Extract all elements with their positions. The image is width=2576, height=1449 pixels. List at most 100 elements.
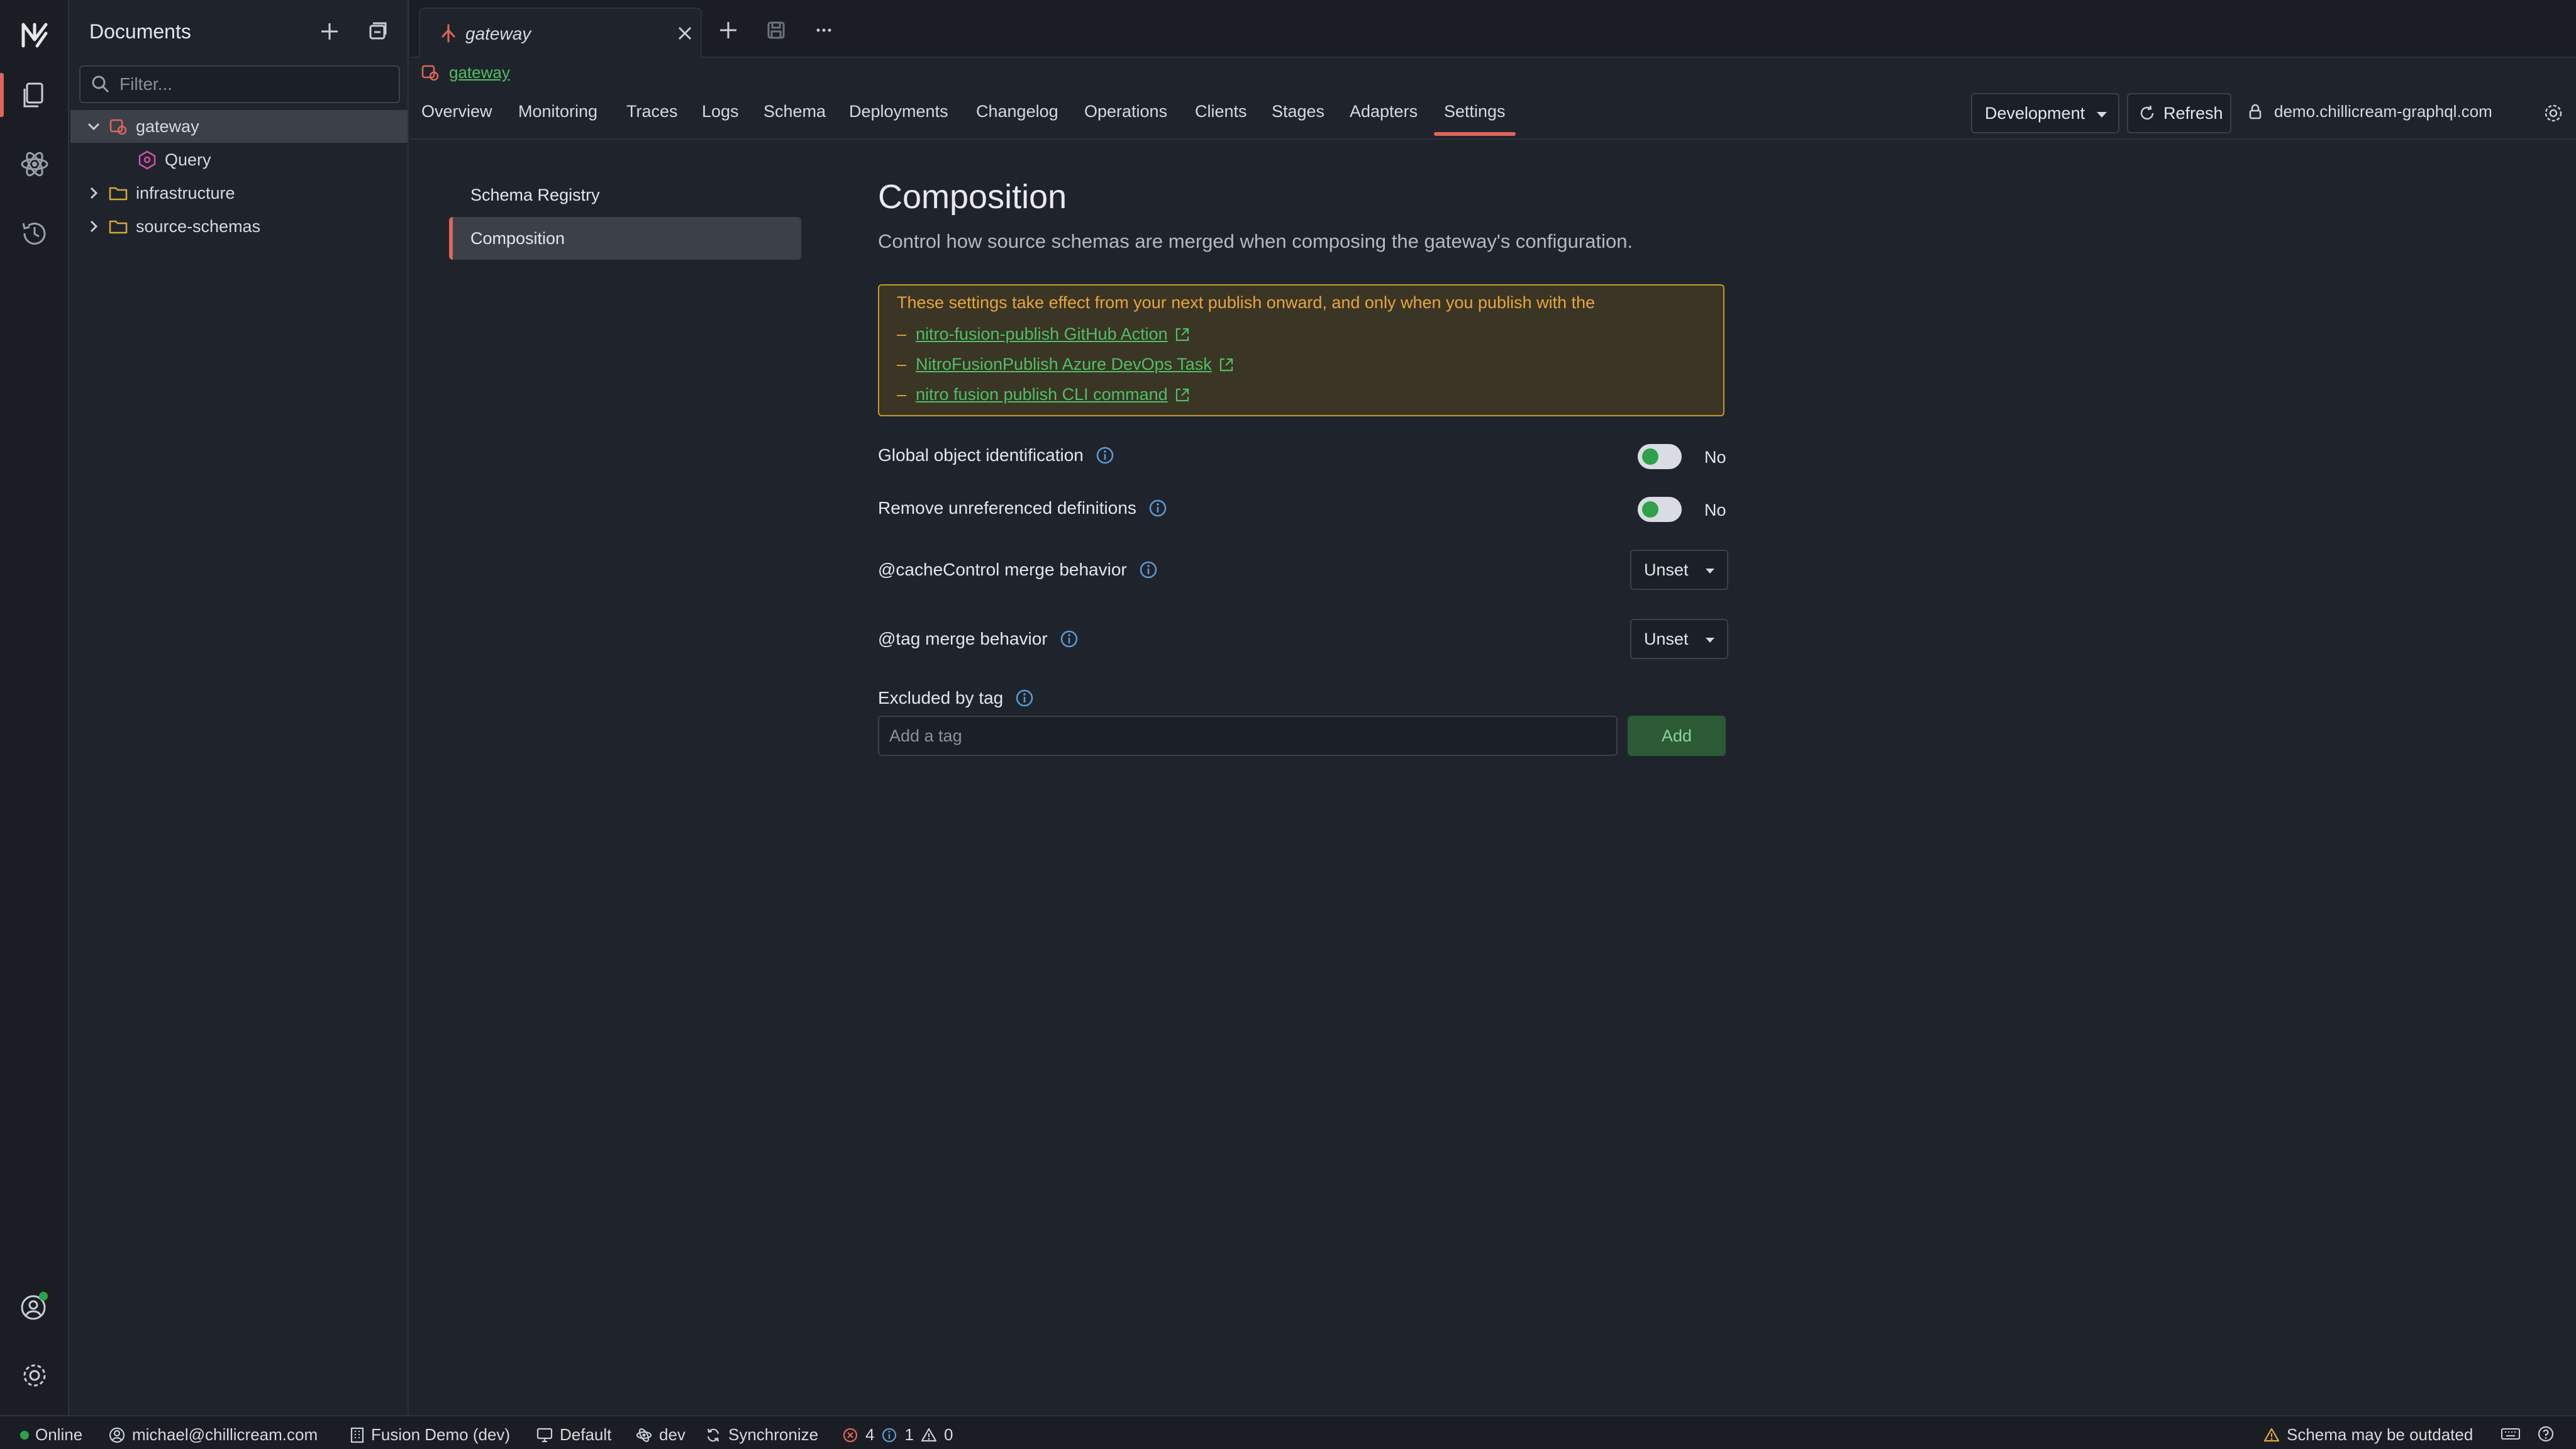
tree-item-gateway[interactable]: gateway <box>70 110 408 143</box>
nav-clients[interactable]: Clients <box>1195 102 1247 121</box>
tab-label: gateway <box>465 24 531 43</box>
new-tab-button[interactable] <box>716 18 741 43</box>
notice-text: These settings take effect from your nex… <box>897 293 1596 312</box>
collapse-all-button[interactable] <box>364 18 391 45</box>
synchronize-button[interactable]: Synchronize <box>704 1425 818 1445</box>
activity-bar <box>0 0 69 1415</box>
history-activity-icon[interactable] <box>0 199 69 268</box>
excluded-by-tag-setting: Excluded by tag <box>878 688 1035 708</box>
setting-label: Excluded by tag <box>878 688 1004 708</box>
stage-icon <box>636 1428 652 1442</box>
page-title: Composition <box>878 178 1067 216</box>
user-status[interactable]: michael@chillicream.com <box>108 1425 318 1445</box>
chevron-right-icon[interactable] <box>84 184 103 203</box>
cache-control-select[interactable]: Unset <box>1630 550 1728 590</box>
tree-item-infrastructure[interactable]: infrastructure <box>70 177 408 209</box>
info-icon[interactable] <box>1148 498 1168 518</box>
profile-status[interactable]: Default <box>536 1425 611 1445</box>
breadcrumb-gateway-link[interactable]: gateway <box>449 63 510 82</box>
tag-merge-select[interactable]: Unset <box>1630 619 1728 659</box>
remove-unreferenced-toggle[interactable] <box>1638 497 1682 522</box>
help-button[interactable] <box>2537 1425 2555 1443</box>
folder-icon <box>109 187 128 201</box>
info-count: 1 <box>904 1425 914 1444</box>
nav-operations[interactable]: Operations <box>1084 102 1167 121</box>
tree-item-label: gateway <box>136 116 199 136</box>
nav-adapters[interactable]: Adapters <box>1350 102 1418 121</box>
problems-status[interactable]: 4 1 0 <box>841 1425 953 1445</box>
documents-activity-icon[interactable] <box>0 60 69 130</box>
nav-schema[interactable]: Schema <box>763 102 826 121</box>
save-button[interactable] <box>763 18 789 43</box>
add-document-button[interactable] <box>316 18 343 45</box>
setting-label: @tag merge behavior <box>878 629 1048 648</box>
nav-stages[interactable]: Stages <box>1272 102 1324 121</box>
page-description: Control how source schemas are merged wh… <box>878 230 1633 252</box>
notice-link-row: – NitroFusionPublish Azure DevOps Task <box>897 355 1235 374</box>
sync-icon <box>707 1428 719 1441</box>
tree-item-source-schemas[interactable]: source-schemas <box>70 210 408 243</box>
add-tag-button[interactable]: Add <box>1628 716 1726 756</box>
global-object-id-toggle[interactable] <box>1638 444 1682 469</box>
chevron-right-icon[interactable] <box>84 217 103 236</box>
cli-command-link[interactable]: nitro fusion publish CLI command <box>916 385 1168 404</box>
environment-select[interactable]: Development <box>1971 93 2119 133</box>
gateway-icon <box>421 65 439 81</box>
external-link-icon <box>1175 388 1189 401</box>
user-label: michael@chillicream.com <box>132 1425 318 1444</box>
github-action-link[interactable]: nitro-fusion-publish GitHub Action <box>916 325 1168 344</box>
nav-logs[interactable]: Logs <box>702 102 739 121</box>
info-icon[interactable] <box>1059 629 1079 649</box>
keyboard-button[interactable] <box>2501 1425 2521 1443</box>
more-horizontal-icon <box>816 28 831 32</box>
environment-value: Development <box>1985 103 2085 123</box>
graphql-icon <box>138 150 156 170</box>
stage-status[interactable]: dev <box>635 1425 686 1445</box>
close-icon[interactable] <box>674 23 696 44</box>
nav-traces[interactable]: Traces <box>626 102 678 121</box>
tag-input[interactable] <box>888 717 1605 755</box>
azure-devops-task-link[interactable]: NitroFusionPublish Azure DevOps Task <box>916 355 1212 374</box>
online-label: Online <box>35 1425 83 1444</box>
global-object-id-setting: Global object identification <box>878 445 1115 465</box>
info-icon[interactable] <box>1095 445 1115 465</box>
workspace-label: Fusion Demo (dev) <box>371 1425 511 1444</box>
select-value: Unset <box>1644 629 1689 648</box>
nav-settings[interactable]: Settings <box>1434 102 1516 136</box>
notice-link-row: – nitro-fusion-publish GitHub Action <box>897 325 1191 344</box>
select-value: Unset <box>1644 560 1689 579</box>
warning-icon <box>921 1428 937 1441</box>
settings-gear-icon[interactable] <box>0 1341 69 1410</box>
publish-notice: These settings take effect from your nex… <box>878 284 1724 416</box>
collapse-all-icon <box>369 22 387 40</box>
tree-item-query[interactable]: Query <box>70 143 408 176</box>
graphql-api-activity-icon[interactable] <box>0 130 69 199</box>
menu-composition[interactable]: Composition <box>449 217 801 260</box>
tab-gateway[interactable]: gateway <box>419 8 702 58</box>
refresh-label: Refresh <box>2163 103 2223 123</box>
sync-label: Synchronize <box>728 1425 819 1444</box>
filter-input[interactable] <box>118 67 389 102</box>
menu-schema-registry[interactable]: Schema Registry <box>449 174 801 216</box>
list-dash: – <box>897 325 907 343</box>
chevron-down-icon[interactable] <box>84 117 103 136</box>
tree-item-label: Query <box>165 150 211 169</box>
domain-indicator: demo.chillicream-graphql.com <box>2246 102 2492 121</box>
nav-overview[interactable]: Overview <box>421 102 492 121</box>
user-icon <box>109 1427 125 1443</box>
refresh-icon <box>2140 105 2154 120</box>
info-icon[interactable] <box>1014 688 1035 708</box>
gateway-tab-icon <box>441 24 455 43</box>
schema-outdated-status[interactable]: Schema may be outdated <box>2263 1425 2473 1445</box>
nav-deployments[interactable]: Deployments <box>849 102 948 121</box>
nav-monitoring[interactable]: Monitoring <box>518 102 597 121</box>
more-options-button[interactable] <box>811 18 836 43</box>
tree-item-label: source-schemas <box>136 216 261 236</box>
api-settings-button[interactable] <box>2540 99 2567 127</box>
external-link-icon <box>1219 358 1233 371</box>
info-icon[interactable] <box>1138 560 1158 580</box>
refresh-button[interactable]: Refresh <box>2127 93 2231 133</box>
nav-changelog[interactable]: Changelog <box>976 102 1058 121</box>
workspace-status[interactable]: Fusion Demo (dev) <box>350 1425 510 1445</box>
account-icon[interactable] <box>0 1272 69 1341</box>
